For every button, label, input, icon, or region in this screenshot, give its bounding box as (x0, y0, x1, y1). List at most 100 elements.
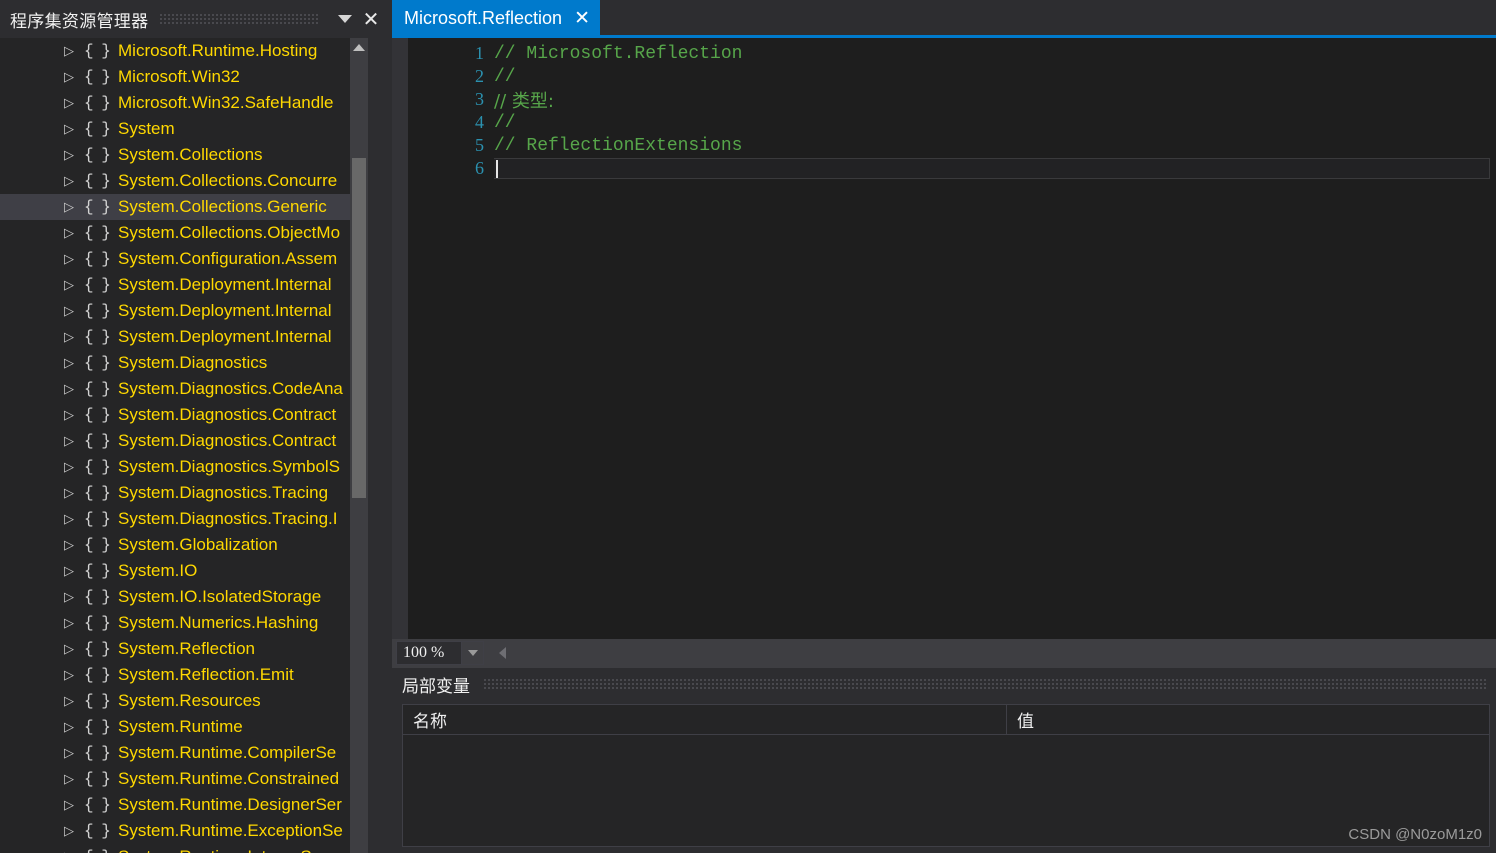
tree-item[interactable]: ▷ { } System.Diagnostics.Contract (0, 402, 392, 428)
expand-triangle-icon[interactable]: ▷ (64, 350, 74, 376)
expand-triangle-icon[interactable]: ▷ (64, 116, 74, 142)
expand-triangle-icon[interactable]: ▷ (64, 168, 74, 194)
expand-triangle-icon[interactable]: ▷ (64, 558, 74, 584)
expand-triangle-icon[interactable]: ▷ (64, 324, 74, 350)
expand-triangle-icon[interactable]: ▷ (64, 272, 74, 298)
locals-grid[interactable]: 名称 值 (402, 704, 1490, 847)
tree-item[interactable]: ▷ { } System.Globalization (0, 532, 392, 558)
expand-triangle-icon[interactable]: ▷ (64, 428, 74, 454)
zoom-level-input[interactable]: 100 % (396, 641, 462, 665)
tree-item[interactable]: ▷ { } System.Runtime (0, 714, 392, 740)
code-line[interactable]: 1 // Microsoft.Reflection (408, 42, 1496, 65)
close-icon[interactable]: ✕ (358, 6, 384, 32)
tree-item-label: System.Reflection (118, 639, 255, 658)
expand-triangle-icon[interactable]: ▷ (64, 688, 74, 714)
tree-item[interactable]: ▷ { } System.Collections.Generic (0, 194, 392, 220)
tree-item-label: Microsoft.Win32.SafeHandle (118, 93, 334, 112)
tree-item[interactable]: ▷ { } Microsoft.Win32.SafeHandle (0, 90, 392, 116)
expand-triangle-icon[interactable]: ▷ (64, 298, 74, 324)
tree-vertical-scrollbar[interactable] (350, 38, 368, 853)
scroll-up-arrow-icon[interactable] (350, 38, 368, 56)
panel-menu-button[interactable] (332, 6, 358, 32)
code-line[interactable]: 2 // (408, 65, 1496, 88)
expand-triangle-icon[interactable]: ▷ (64, 818, 74, 844)
tree-item[interactable]: ▷ { } System.Runtime.Constrained (0, 766, 392, 792)
expand-triangle-icon[interactable]: ▷ (64, 64, 74, 90)
tree-item[interactable]: ▷ { } System.IO (0, 558, 392, 584)
expand-triangle-icon[interactable]: ▷ (64, 740, 74, 766)
tree-item[interactable]: ▷ { } System.Collections (0, 142, 392, 168)
scrollbar-thumb[interactable] (352, 158, 366, 498)
expand-triangle-icon[interactable]: ▷ (64, 142, 74, 168)
tree-item[interactable]: ▷ { } Microsoft.Win32 (0, 64, 392, 90)
tree-item[interactable]: ▷ { } System.Diagnostics.Tracing.I (0, 506, 392, 532)
column-header-value[interactable]: 值 (1007, 705, 1489, 734)
expand-triangle-icon[interactable]: ▷ (64, 246, 74, 272)
tree-item[interactable]: ▷ { } System.Collections.ObjectMo (0, 220, 392, 246)
code-line[interactable]: 6 (408, 157, 1496, 180)
expand-triangle-icon[interactable]: ▷ (64, 662, 74, 688)
tree-item[interactable]: ▷ { } System.Numerics.Hashing (0, 610, 392, 636)
code-line[interactable]: 5 // ReflectionExtensions (408, 134, 1496, 157)
expand-triangle-icon[interactable]: ▷ (64, 38, 74, 64)
tree-item[interactable]: ▷ { } System.Runtime.ExceptionSe (0, 818, 392, 844)
tree-item[interactable]: ▷ { } System.Diagnostics (0, 350, 392, 376)
code-line[interactable]: 3 // 类型: (408, 88, 1496, 112)
tree-item[interactable]: ▷ { } System (0, 116, 392, 142)
expand-triangle-icon[interactable]: ▷ (64, 454, 74, 480)
code-editor[interactable]: 1 // Microsoft.Reflection 2 // 3 // 类型: 4 // 5 //… (392, 38, 1496, 639)
tree-item[interactable]: ▷ { } System.Reflection.Emit (0, 662, 392, 688)
expand-triangle-icon[interactable]: ▷ (64, 584, 74, 610)
tree-item-label: System.Collections.ObjectMo (118, 223, 341, 242)
expand-triangle-icon[interactable]: ▷ (64, 90, 74, 116)
column-header-name[interactable]: 名称 (403, 705, 1007, 734)
expand-triangle-icon[interactable]: ▷ (64, 792, 74, 818)
code-comment-text: // Microsoft.Reflection (494, 43, 743, 64)
tree-item[interactable]: ▷ { } System.Collections.Concurre (0, 168, 392, 194)
tree-item[interactable]: ▷ { } System.Diagnostics.SymbolS (0, 454, 392, 480)
expand-triangle-icon[interactable]: ▷ (64, 402, 74, 428)
tab-microsoft-reflection[interactable]: Microsoft.Reflection ✕ (392, 0, 600, 36)
namespace-icon: { } (84, 770, 111, 788)
tree-item-label: System.Runtime (118, 717, 243, 736)
tree-item[interactable]: ▷ { } System.Diagnostics.Contract (0, 428, 392, 454)
expand-triangle-icon[interactable]: ▷ (64, 480, 74, 506)
tree-item[interactable]: ▷ { } System.Deployment.Internal (0, 298, 392, 324)
scroll-left-arrow-icon[interactable] (490, 639, 514, 667)
editor-text-area[interactable]: 1 // Microsoft.Reflection 2 // 3 // 类型: 4 // 5 //… (408, 38, 1496, 639)
panel-drag-grip[interactable] (160, 12, 320, 26)
tree-item[interactable]: ▷ { } System.Runtime.DesignerSer (0, 792, 392, 818)
line-number: 2 (475, 66, 484, 86)
main-document-area: Microsoft.Reflection ✕ 1 // Microsoft.Ref… (392, 0, 1496, 853)
code-line[interactable]: 4 // (408, 111, 1496, 134)
namespace-icon: { } (84, 692, 111, 710)
tree-item[interactable]: ▷ { } System.Runtime.CompilerSe (0, 740, 392, 766)
close-icon[interactable]: ✕ (574, 9, 590, 28)
expand-triangle-icon[interactable]: ▷ (64, 194, 74, 220)
expand-triangle-icon[interactable]: ▷ (64, 766, 74, 792)
expand-triangle-icon[interactable]: ▷ (64, 220, 74, 246)
tree-item-label: Microsoft.Runtime.Hosting (118, 41, 318, 60)
namespace-tree[interactable]: ▷ { } Microsoft.Runtime.Hosting ▷ { } Microso… (0, 38, 392, 853)
tree-item[interactable]: ▷ { } Microsoft.Runtime.Hosting (0, 38, 392, 64)
tree-item[interactable]: ▷ { } System.IO.IsolatedStorage (0, 584, 392, 610)
tree-item[interactable]: ▷ { } System.Deployment.Internal (0, 272, 392, 298)
expand-triangle-icon[interactable]: ▷ (64, 636, 74, 662)
tree-item[interactable]: ▷ { } System.Diagnostics.Tracing (0, 480, 392, 506)
tree-item[interactable]: ▷ { } System.Diagnostics.CodeAna (0, 376, 392, 402)
tree-item[interactable]: ▷ { } System.Resources (0, 688, 392, 714)
tree-item[interactable]: ▷ { } System.Reflection (0, 636, 392, 662)
expand-triangle-icon[interactable]: ▷ (64, 714, 74, 740)
tree-item[interactable]: ▷ { } System.Deployment.Internal (0, 324, 392, 350)
tree-item[interactable]: ▷ { } System.Runtime.InteropServ (0, 844, 392, 853)
tree-item[interactable]: ▷ { } System.Configuration.Assem (0, 246, 392, 272)
locals-drag-grip[interactable] (484, 677, 1486, 691)
assembly-explorer-titlebar: 程序集资源管理器 ✕ (0, 0, 392, 38)
expand-triangle-icon[interactable]: ▷ (64, 844, 74, 853)
expand-triangle-icon[interactable]: ▷ (64, 506, 74, 532)
zoom-dropdown-button[interactable] (462, 641, 484, 665)
expand-triangle-icon[interactable]: ▷ (64, 532, 74, 558)
expand-triangle-icon[interactable]: ▷ (64, 376, 74, 402)
current-line-highlight[interactable] (494, 158, 1490, 179)
expand-triangle-icon[interactable]: ▷ (64, 610, 74, 636)
